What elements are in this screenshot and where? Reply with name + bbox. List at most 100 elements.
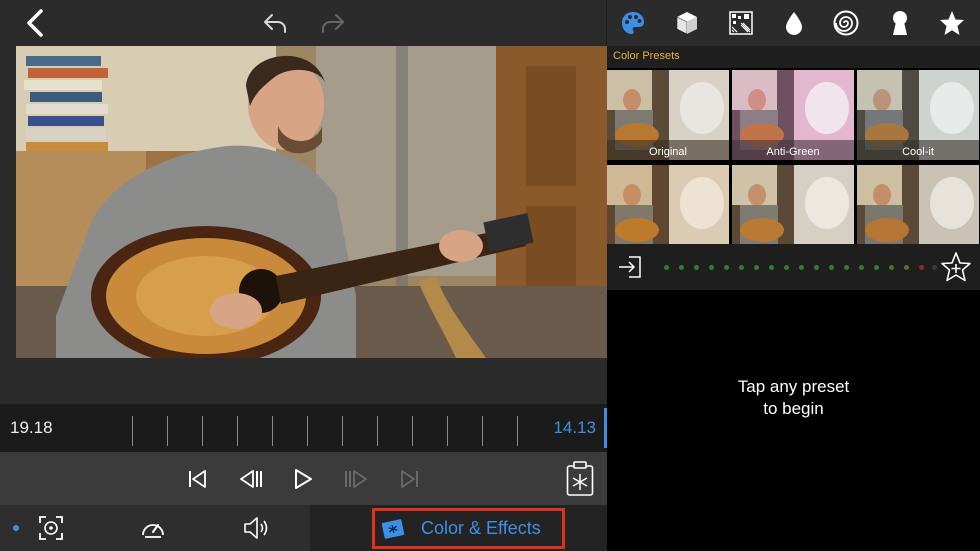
tab-tint[interactable]: [781, 0, 807, 46]
level-dot: [769, 265, 774, 270]
preset-label: Anti-Green: [766, 146, 820, 158]
preset-cool-it[interactable]: Cool-it: [857, 70, 979, 160]
preset-thumbnail-image: [732, 165, 854, 244]
level-dot: [874, 265, 879, 270]
level-dot: [889, 265, 894, 270]
fit-frame-button[interactable]: [36, 505, 66, 551]
preset-4[interactable]: [607, 165, 729, 244]
timeline-tick: [412, 416, 413, 446]
preset-thumbnail-image: [607, 165, 729, 244]
selection-indicator-dot: [13, 525, 19, 531]
spiral-icon: [833, 10, 859, 36]
timeline-tick: [482, 416, 483, 446]
freeze-frame-icon: [566, 460, 594, 496]
drop-icon: [786, 12, 802, 35]
play-button[interactable]: [289, 452, 317, 505]
volume-button[interactable]: [242, 505, 272, 551]
preset-6[interactable]: [857, 165, 979, 244]
level-dot: [859, 265, 864, 270]
color-effects-label: Color & Effects: [421, 518, 541, 538]
presets-title: Color Presets: [613, 50, 680, 62]
fit-frame-icon: [39, 516, 63, 540]
timeline-tick: [132, 416, 133, 446]
preset-original[interactable]: Original: [607, 70, 729, 160]
level-dot: [932, 265, 937, 270]
star-icon: [940, 11, 964, 35]
back-button[interactable]: [22, 0, 48, 46]
level-dot: [919, 265, 924, 270]
level-dot: [844, 265, 849, 270]
keyhole-icon: [893, 11, 907, 35]
chevron-left-icon: [27, 9, 43, 37]
timeline-ticks: [100, 408, 580, 448]
preset-label: Cool-it: [902, 146, 934, 158]
preview-padding: [0, 358, 607, 404]
video-preview[interactable]: [16, 46, 607, 358]
step-back-icon: [240, 469, 262, 488]
level-dot: [814, 265, 819, 270]
import-icon: [619, 256, 641, 278]
timeline-tick: [517, 416, 518, 446]
timeline-tick: [377, 416, 378, 446]
video-frame-image: [16, 46, 607, 358]
preset-hint: Tap any preset to begin: [607, 376, 980, 420]
skip-to-end-button[interactable]: [396, 452, 424, 505]
toolbar-divider: [606, 0, 607, 46]
add-favorite-button[interactable]: [940, 252, 972, 287]
tab-color-presets[interactable]: [619, 0, 647, 46]
skip-to-start-button[interactable]: [183, 452, 211, 505]
hint-line-1: Tap any preset: [737, 377, 850, 396]
level-dot: [829, 265, 834, 270]
star-plus-icon: [941, 252, 971, 282]
color-effects-icon: [381, 518, 405, 539]
skip-to-start-icon: [189, 469, 206, 488]
skip-to-end-icon: [401, 469, 418, 488]
timeline-scrubber[interactable]: 19.18 14.13: [0, 404, 607, 452]
tab-favorites[interactable]: [938, 0, 966, 46]
level-dot: [784, 265, 789, 270]
level-dot: [904, 265, 909, 270]
redo-icon: [322, 14, 344, 33]
tab-vignette[interactable]: [887, 0, 913, 46]
timeline-tick: [342, 416, 343, 446]
level-dot: [799, 265, 804, 270]
color-effects-button[interactable]: Color & Effects: [372, 508, 565, 549]
timeline-tick: [202, 416, 203, 446]
timeline-tick: [307, 416, 308, 446]
play-icon: [295, 468, 312, 489]
preset-anti-green[interactable]: Anti-Green: [732, 70, 854, 160]
tab-distort[interactable]: [832, 0, 860, 46]
timeline-tick: [447, 416, 448, 446]
presets-header: Color Presets: [607, 46, 980, 68]
volume-icon: [244, 517, 268, 539]
tab-3d-lut[interactable]: [673, 0, 701, 46]
hint-line-2: to begin: [763, 399, 824, 418]
level-dot: [724, 265, 729, 270]
cube-icon: [676, 12, 697, 35]
level-dot: [679, 265, 684, 270]
effects-panel: Color Presets Original Anti-Green Cool-i…: [607, 46, 980, 551]
preset-strength-bar[interactable]: [607, 244, 980, 290]
level-dot: [739, 265, 744, 270]
import-button[interactable]: [617, 254, 643, 285]
pattern-icon: [729, 11, 753, 35]
step-forward-button[interactable]: [340, 452, 372, 505]
level-dot: [709, 265, 714, 270]
redo-button[interactable]: [318, 0, 348, 46]
timeline-tick: [167, 416, 168, 446]
preset-5[interactable]: [732, 165, 854, 244]
preview-area: [0, 46, 607, 404]
palette-icon: [622, 12, 644, 34]
elapsed-time: 19.18: [10, 418, 53, 437]
level-dot: [694, 265, 699, 270]
freeze-frame-button[interactable]: [564, 452, 596, 505]
speed-button[interactable]: [138, 505, 168, 551]
level-dot: [664, 265, 669, 270]
undo-button[interactable]: [260, 0, 290, 46]
step-back-button[interactable]: [235, 452, 267, 505]
timeline-tick: [272, 416, 273, 446]
preset-label: Original: [649, 146, 687, 158]
step-forward-icon: [345, 469, 367, 488]
timeline-tick: [237, 416, 238, 446]
tab-texture[interactable]: [727, 0, 755, 46]
